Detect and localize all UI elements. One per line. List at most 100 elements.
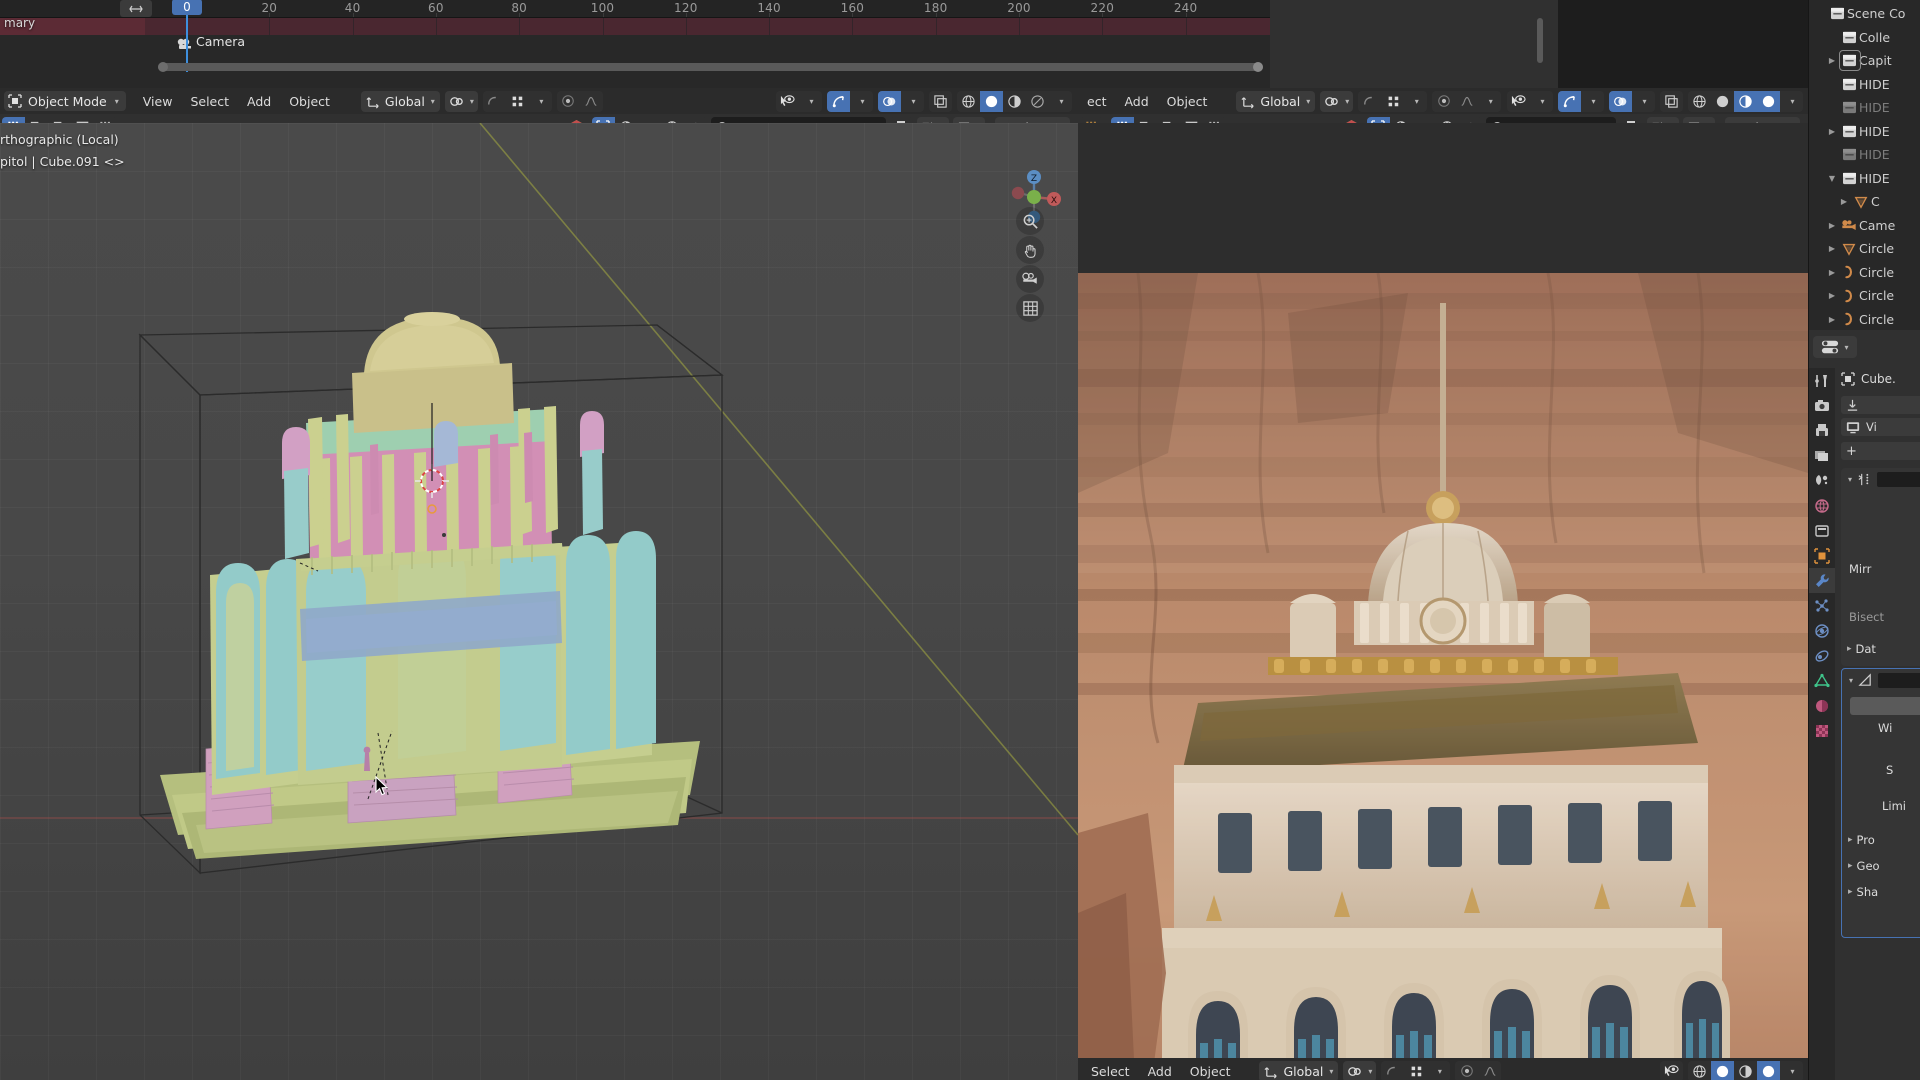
outliner-row[interactable]: ▼ HIDE xyxy=(1809,167,1920,191)
timeline-scroll-handle-left[interactable] xyxy=(158,62,168,72)
shading-solid-icon[interactable] xyxy=(1711,1060,1734,1080)
show-overlays-group-right[interactable]: ▾ xyxy=(1609,90,1655,112)
transform-orientation-bottom[interactable]: Global ▾ xyxy=(1259,1060,1339,1080)
shading-material-icon[interactable] xyxy=(1734,90,1757,112)
shading-solid-icon[interactable] xyxy=(1711,90,1734,112)
overlays-dropdown[interactable]: ▾ xyxy=(901,90,924,112)
menu-add-right[interactable]: Add xyxy=(1115,91,1157,111)
show-gizmo-group-right[interactable]: ▾ xyxy=(1558,90,1604,112)
modifier-panel-mirror[interactable]: ▾ Mirr Bisect ▸ Dat xyxy=(1841,468,1920,666)
snap-increment-icon[interactable] xyxy=(1358,90,1382,112)
snap-dots-icon[interactable] xyxy=(505,90,529,112)
object-mode-selector[interactable]: Object Mode ▾ xyxy=(4,91,126,111)
menu-object-bottom[interactable]: Object xyxy=(1181,1061,1240,1080)
modifier-mode-dropdown[interactable]: ▾ xyxy=(1850,697,1920,715)
xray-icon[interactable] xyxy=(929,90,952,112)
snap-dots-icon[interactable] xyxy=(1381,90,1405,112)
visibility-icon[interactable] xyxy=(1660,1060,1683,1080)
tab-material[interactable] xyxy=(1809,693,1835,718)
falloff-curve-icon[interactable] xyxy=(1455,90,1479,112)
gizmo-dropdown[interactable]: ▾ xyxy=(850,90,873,112)
visibility-bottom[interactable] xyxy=(1660,1060,1683,1080)
shading-rendered-icon[interactable] xyxy=(1757,1060,1780,1080)
capitol-building-model[interactable] xyxy=(0,123,1078,1080)
outliner-row[interactable]: HIDE xyxy=(1809,143,1920,167)
shading-modes-right[interactable]: ▾ xyxy=(1688,90,1803,112)
chevron-right-icon[interactable]: ▶ xyxy=(1837,197,1851,206)
chevron-right-icon[interactable]: ▶ xyxy=(1825,56,1839,65)
editor-type-selector[interactable]: ▾ xyxy=(1813,336,1857,358)
snap-dots-icon[interactable] xyxy=(1404,1060,1428,1080)
snap-settings-group-right[interactable]: ▾ xyxy=(1358,90,1428,112)
link-modifier-button[interactable] xyxy=(1841,396,1920,414)
tab-tool[interactable] xyxy=(1809,368,1835,393)
outliner-row[interactable]: HIDE xyxy=(1809,96,1920,120)
show-overlays-icon[interactable] xyxy=(1609,90,1632,112)
overlays-dropdown-right[interactable]: ▾ xyxy=(1632,90,1655,112)
shading-wireframe-icon[interactable] xyxy=(1688,90,1711,112)
proportional-bottom[interactable] xyxy=(1455,1060,1502,1080)
timeline-scroll-handle-right[interactable] xyxy=(1253,62,1263,72)
tab-constraints[interactable] xyxy=(1809,643,1835,668)
snap-dropdown[interactable]: ▾ xyxy=(528,90,552,112)
outliner-row[interactable]: Scene Co xyxy=(1809,2,1920,26)
shading-wireframe-icon[interactable] xyxy=(1688,1060,1711,1080)
add-modifier-button[interactable]: + xyxy=(1841,442,1920,460)
tab-object[interactable] xyxy=(1809,543,1835,568)
visibility-selector[interactable]: ▾ xyxy=(776,90,822,112)
menu-object-right[interactable]: Object xyxy=(1158,91,1217,111)
modifier-mirror-data[interactable]: ▸ Dat xyxy=(1847,642,1876,656)
tab-render[interactable] xyxy=(1809,393,1835,418)
gizmo-dropdown-right[interactable]: ▾ xyxy=(1581,90,1604,112)
tab-output[interactable] xyxy=(1809,418,1835,443)
menu-object[interactable]: Object xyxy=(280,91,339,111)
modifier-extra-sha[interactable]: ▸ Sha xyxy=(1848,885,1878,899)
shading-bottom[interactable]: ▾ xyxy=(1688,1060,1803,1080)
menu-add[interactable]: Add xyxy=(238,91,280,111)
chevron-right-icon[interactable]: ▶ xyxy=(1825,127,1839,136)
timeline-editor[interactable]: 20 40 60 80 100 120 140 160 180 200 220 240 mary Ca… xyxy=(0,0,1558,88)
tab-view-layer[interactable] xyxy=(1809,443,1835,468)
modifier-panel-solidify[interactable]: ▾ ▾ Wi S Limi ▸ Pro ▸ Geo xyxy=(1841,668,1920,938)
visibility-dropdown[interactable]: ▾ xyxy=(799,90,822,112)
outliner-row[interactable]: Colle xyxy=(1809,26,1920,50)
outliner-row[interactable]: ▶ HIDE xyxy=(1809,120,1920,144)
tab-collection[interactable] xyxy=(1809,518,1835,543)
proportional-edit-icon[interactable] xyxy=(1455,1060,1479,1080)
viewport-display-button[interactable]: Vi xyxy=(1841,418,1920,436)
outliner-row[interactable]: ▶ C xyxy=(1809,190,1920,214)
snap-dropdown-bottom[interactable]: ▾ xyxy=(1427,1060,1451,1080)
outliner-row[interactable]: ▶ Circle xyxy=(1809,284,1920,308)
falloff-curve-icon[interactable] xyxy=(579,90,603,112)
properties-tab-strip[interactable] xyxy=(1809,368,1835,1080)
visibility-icon[interactable] xyxy=(1507,90,1530,112)
falloff-dropdown[interactable]: ▾ xyxy=(1478,90,1502,112)
viewport-left-canvas[interactable]: rthographic (Local) pitol | Cube.091 <> … xyxy=(0,123,1078,1080)
chevron-right-icon[interactable]: ▶ xyxy=(1825,244,1839,253)
xray-icon[interactable] xyxy=(1660,90,1683,112)
tab-data[interactable] xyxy=(1809,668,1835,693)
shading-rendered-icon[interactable] xyxy=(1026,90,1049,112)
tab-particles[interactable] xyxy=(1809,593,1835,618)
outliner-panel[interactable]: Scene Co Colle ▶ Capit HIDE HIDE ▶ HIDE HIDE ▼ HID… xyxy=(1808,0,1920,330)
shading-material-icon[interactable] xyxy=(1734,1060,1757,1080)
menu-view[interactable]: View xyxy=(134,91,182,111)
timeline-resize-handle[interactable] xyxy=(120,0,152,17)
shading-dropdown-bottom[interactable]: ▾ xyxy=(1780,1060,1803,1080)
show-gizmo-icon[interactable] xyxy=(827,90,850,112)
shading-solid-icon[interactable] xyxy=(980,90,1003,112)
show-overlays-group[interactable]: ▾ xyxy=(878,90,924,112)
menu-select-bottom[interactable]: Select xyxy=(1082,1061,1139,1080)
viewport-right-canvas[interactable]: Select Add Object Global ▾ ▾ ▾ ▾ xyxy=(1078,123,1808,1080)
outliner-row[interactable]: ▶ Capit xyxy=(1809,49,1920,73)
transform-orientation-selector-right[interactable]: Global ▾ xyxy=(1236,90,1316,112)
proportional-edit-icon[interactable] xyxy=(556,90,580,112)
modifier-extra-geo[interactable]: ▸ Geo xyxy=(1848,859,1880,873)
shading-rendered-icon[interactable] xyxy=(1757,90,1780,112)
tab-modifiers[interactable] xyxy=(1809,568,1835,593)
outliner-row[interactable]: HIDE xyxy=(1809,73,1920,97)
snap-dropdown-right[interactable]: ▾ xyxy=(1404,90,1428,112)
shading-material-icon[interactable] xyxy=(1003,90,1026,112)
snap-increment-icon[interactable] xyxy=(482,90,506,112)
chevron-right-icon[interactable]: ▶ xyxy=(1825,221,1839,230)
